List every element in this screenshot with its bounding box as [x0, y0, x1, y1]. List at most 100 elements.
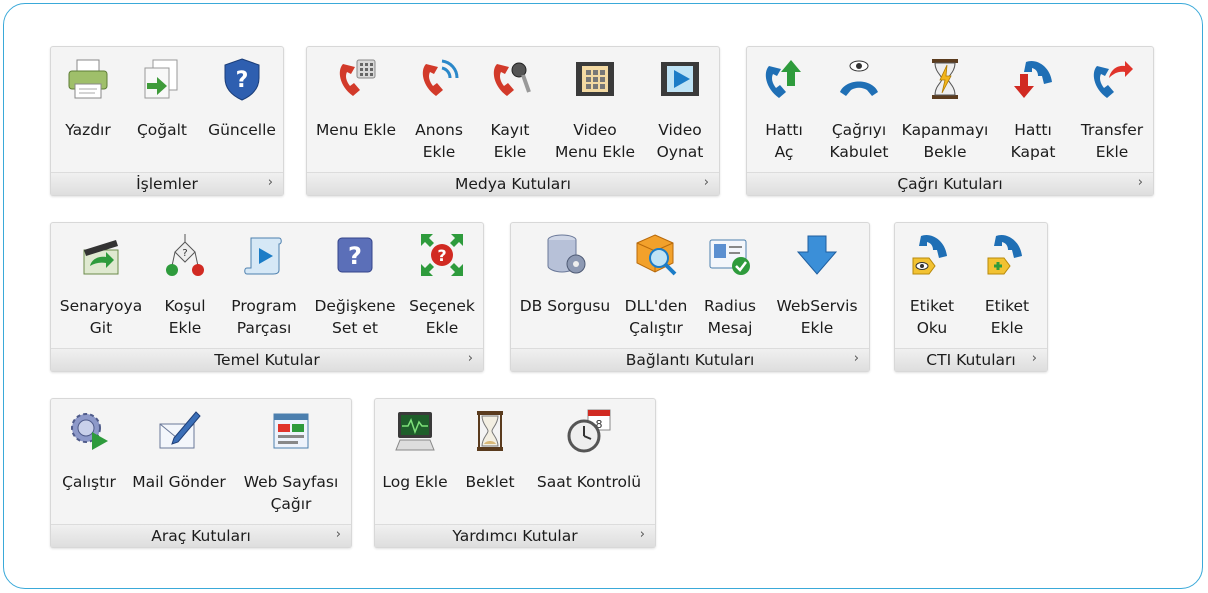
- cube-magnifier-icon: [636, 234, 677, 276]
- group-footer: Bağlantı Kutuları ›: [511, 348, 869, 371]
- svg-text:?: ?: [437, 246, 446, 265]
- tag-read-button[interactable]: Etiket Oku: [897, 223, 967, 349]
- tag-add-label: Etiket Ekle: [984, 297, 1030, 337]
- program-part-button[interactable]: Program Parçası: [223, 223, 305, 349]
- webservice-add-label: WebServis Ekle: [776, 297, 858, 337]
- run-button[interactable]: Çalıştır: [53, 399, 125, 525]
- condition-add-label: Koşul Ekle: [164, 297, 206, 337]
- open-line-button[interactable]: Hattı Aç: [749, 47, 819, 173]
- time-control-button[interactable]: 8 Saat Kontrolü: [527, 399, 651, 525]
- group-title: Yardımcı Kutular: [452, 527, 578, 545]
- phone-broadcast-icon: [422, 59, 459, 96]
- chevron-right-icon[interactable]: ›: [640, 527, 645, 542]
- duplicate-button[interactable]: Çoğalt: [127, 47, 197, 173]
- group-title: İşlemler: [136, 175, 198, 193]
- option-add-button[interactable]: ? Seçenek Ekle: [403, 223, 481, 349]
- duplicate-label: Çoğalt: [136, 121, 188, 139]
- tag-read-label: Etiket Oku: [909, 297, 955, 337]
- log-add-label: Log Ekle: [382, 473, 448, 491]
- group-footer: Yardımcı Kutular ›: [375, 524, 655, 547]
- condition-add-button[interactable]: ? Koşul Ekle: [151, 223, 219, 349]
- group-footer: Çağrı Kutuları ›: [747, 172, 1153, 195]
- announce-add-button[interactable]: Anons Ekle: [407, 47, 471, 173]
- goto-scenario-label: Senaryoya Git: [59, 297, 143, 337]
- condition-flow-icon: ?: [166, 234, 204, 276]
- group-yardimci: Log Ekle Beklet 8 Saat Kontrolü Yardımcı…: [374, 398, 656, 548]
- svg-text:?: ?: [348, 242, 362, 270]
- wait-hangup-button[interactable]: Kapanmayı Bekle: [897, 47, 993, 173]
- group-title: Temel Kutular: [214, 351, 320, 369]
- envelope-pen-icon: [159, 411, 201, 449]
- dll-run-label: DLL'den Çalıştır: [624, 297, 688, 337]
- close-line-button[interactable]: Hattı Kapat: [997, 47, 1069, 173]
- dll-run-button[interactable]: DLL'den Çalıştır: [621, 223, 691, 349]
- radius-message-button[interactable]: Radius Mesaj: [695, 223, 765, 349]
- group-cti: Etiket Oku Etiket Ekle CTI Kutuları ›: [894, 222, 1048, 372]
- phone-tag-eye-icon: [912, 234, 947, 275]
- group-islemler: Yazdır Çoğalt ? Güncelle İşlemler ›: [50, 46, 284, 196]
- group-title: Bağlantı Kutuları: [625, 351, 755, 369]
- wait-button[interactable]: Beklet: [457, 399, 523, 525]
- database-gear-icon: [547, 234, 586, 274]
- gear-play-icon: [71, 413, 108, 450]
- group-arac: Çalıştır Mail Gönder Web Sayfası Çağır A…: [50, 398, 352, 548]
- tag-add-button[interactable]: Etiket Ekle: [971, 223, 1043, 349]
- hourglass-icon: [477, 411, 503, 451]
- question-box-icon: ?: [337, 237, 373, 273]
- webservice-add-button[interactable]: WebServis Ekle: [769, 223, 865, 349]
- radius-message-label: Radius Mesaj: [704, 297, 756, 337]
- monitor-log-icon: [395, 412, 435, 451]
- question-arrows-icon: ?: [421, 234, 463, 276]
- send-mail-button[interactable]: Mail Gönder: [127, 399, 231, 525]
- hourglass-lightning-icon: [932, 59, 958, 99]
- chevron-right-icon[interactable]: ›: [704, 175, 709, 190]
- chevron-right-icon[interactable]: ›: [1138, 175, 1143, 190]
- set-variable-label: Değişkene Set et: [314, 297, 396, 337]
- download-arrow-icon: [796, 235, 838, 275]
- open-line-label: Hattı Aç: [765, 121, 803, 161]
- chevron-right-icon[interactable]: ›: [468, 351, 473, 366]
- group-baglanti: DB Sorgusu DLL'den Çalıştır Radius Mesaj: [510, 222, 870, 372]
- phone-transfer-icon: [1093, 61, 1133, 98]
- transfer-add-button[interactable]: Transfer Ekle: [1073, 47, 1151, 173]
- video-play-button[interactable]: Video Oynat: [645, 47, 715, 173]
- accept-call-button[interactable]: Çağrıyı Kabulet: [823, 47, 895, 173]
- db-query-button[interactable]: DB Sorgusu: [513, 223, 617, 349]
- chevron-right-icon[interactable]: ›: [336, 527, 341, 542]
- goto-scenario-button[interactable]: Senaryoya Git: [53, 223, 149, 349]
- group-footer: CTI Kutuları ›: [895, 348, 1047, 371]
- menu-add-label: Menu Ekle: [315, 121, 397, 139]
- group-medya: Menu Ekle Anons Ekle Kayıt Ekle Video Me…: [306, 46, 720, 196]
- program-part-label: Program Parçası: [231, 297, 297, 337]
- send-mail-label: Mail Gönder: [132, 473, 226, 491]
- film-play-icon: [661, 62, 699, 96]
- log-add-button[interactable]: Log Ekle: [377, 399, 453, 525]
- print-button[interactable]: Yazdır: [53, 47, 123, 173]
- call-web-page-button[interactable]: Web Sayfası Çağır: [235, 399, 347, 525]
- copy-document-icon: [144, 59, 178, 99]
- chevron-right-icon[interactable]: ›: [1032, 351, 1037, 366]
- group-footer: İşlemler ›: [51, 172, 283, 195]
- group-title: Medya Kutuları: [455, 175, 571, 193]
- menu-add-button[interactable]: Menu Ekle: [309, 47, 403, 173]
- svg-text:?: ?: [182, 248, 187, 259]
- video-menu-add-button[interactable]: Video Menu Ekle: [549, 47, 641, 173]
- group-cagri: Hattı Aç Çağrıyı Kabulet Kapanmayı Bekle…: [746, 46, 1154, 196]
- set-variable-button[interactable]: ? Değişkene Set et: [309, 223, 401, 349]
- close-line-label: Hattı Kapat: [1010, 121, 1056, 161]
- group-title: Çağrı Kutuları: [897, 175, 1003, 193]
- record-add-button[interactable]: Kayıt Ekle: [475, 47, 545, 173]
- group-temel: Senaryoya Git ? Koşul Ekle Program Parça…: [50, 222, 484, 372]
- phone-down-arrow-icon: [1014, 60, 1052, 98]
- call-web-page-label: Web Sayfası Çağır: [243, 473, 339, 513]
- chevron-right-icon[interactable]: ›: [268, 175, 273, 190]
- option-add-label: Seçenek Ekle: [409, 297, 475, 337]
- group-footer: Temel Kutular ›: [51, 348, 483, 371]
- group-footer: Araç Kutuları ›: [51, 524, 351, 547]
- announce-add-label: Anons Ekle: [415, 121, 463, 161]
- update-button[interactable]: ? Güncelle: [203, 47, 281, 173]
- run-label: Çalıştır: [62, 473, 116, 491]
- scroll-play-icon: [244, 237, 282, 275]
- group-footer: Medya Kutuları ›: [307, 172, 719, 195]
- chevron-right-icon[interactable]: ›: [854, 351, 859, 366]
